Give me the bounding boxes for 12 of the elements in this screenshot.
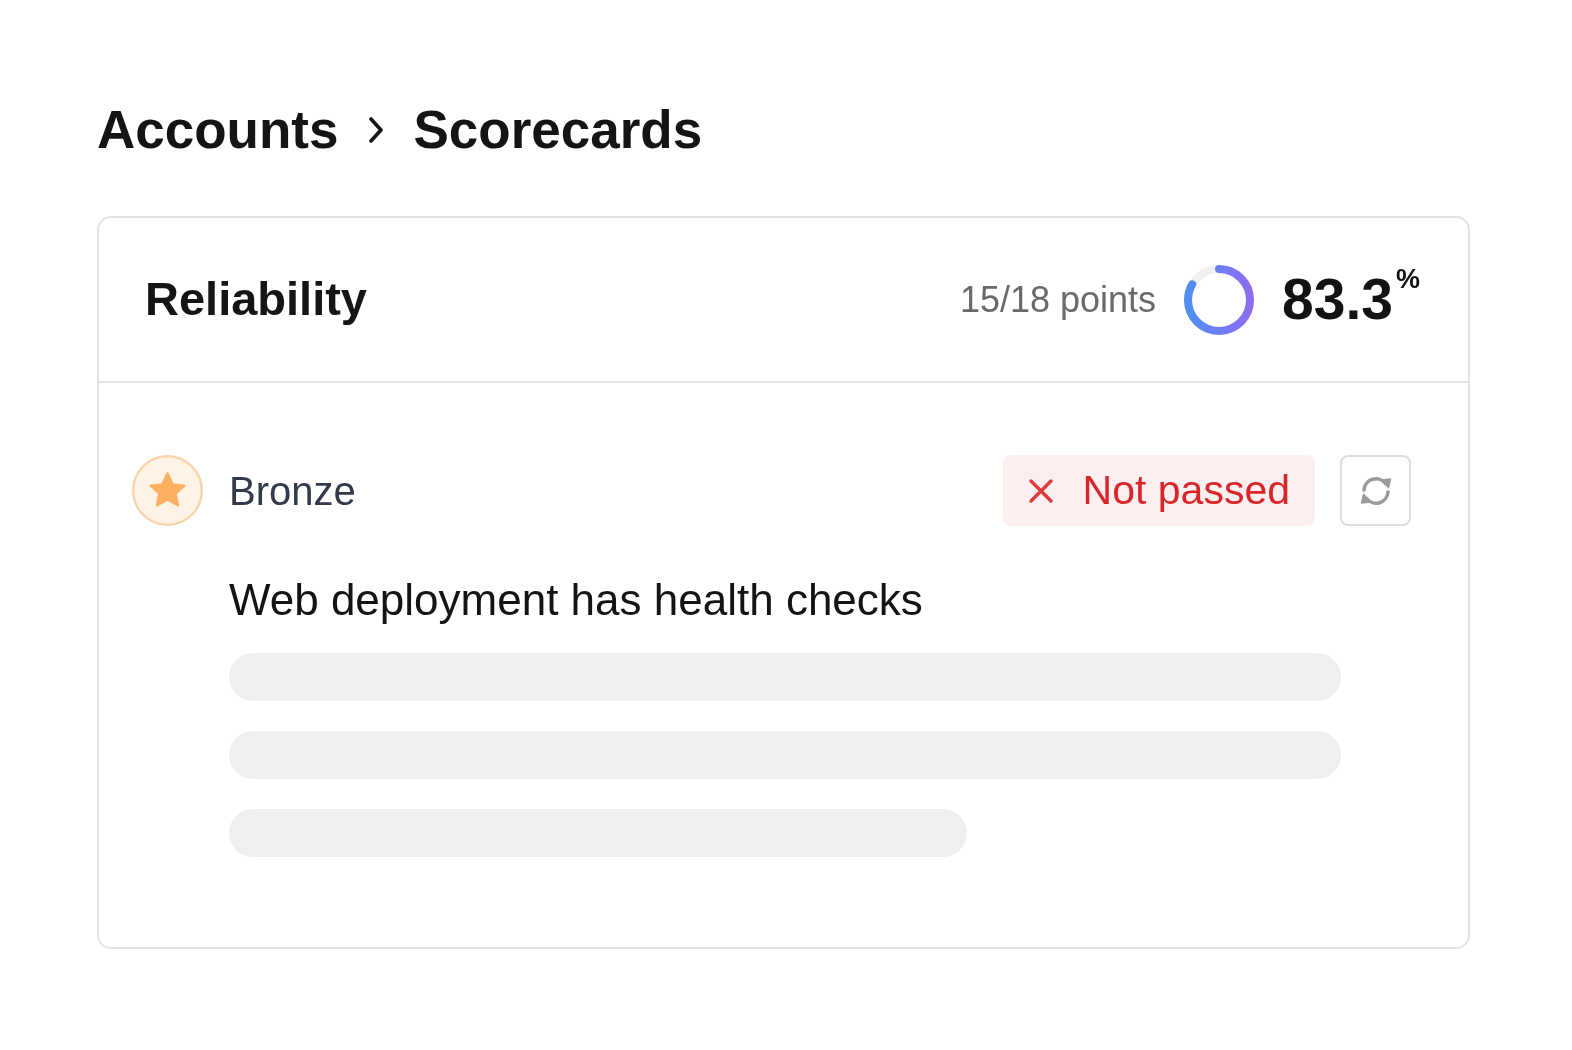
breadcrumb-link[interactable]: Scorecards (413, 98, 703, 162)
x-icon (1027, 477, 1054, 504)
score-percentage: 83.3$^{%}$ (1282, 268, 1420, 331)
refresh-button[interactable] (1340, 455, 1411, 526)
scorecard-title: Reliability (145, 271, 367, 328)
check-title: Web deployment has health checks (229, 574, 924, 626)
breadcrumb-link[interactable]: Accounts (97, 98, 339, 162)
status-badge: Not passed (1002, 455, 1315, 526)
level-label: Bronze (229, 467, 356, 515)
star-medal-icon (132, 455, 203, 526)
points-text: 15/18 points (959, 277, 1157, 322)
chevron-right-icon (368, 117, 385, 143)
